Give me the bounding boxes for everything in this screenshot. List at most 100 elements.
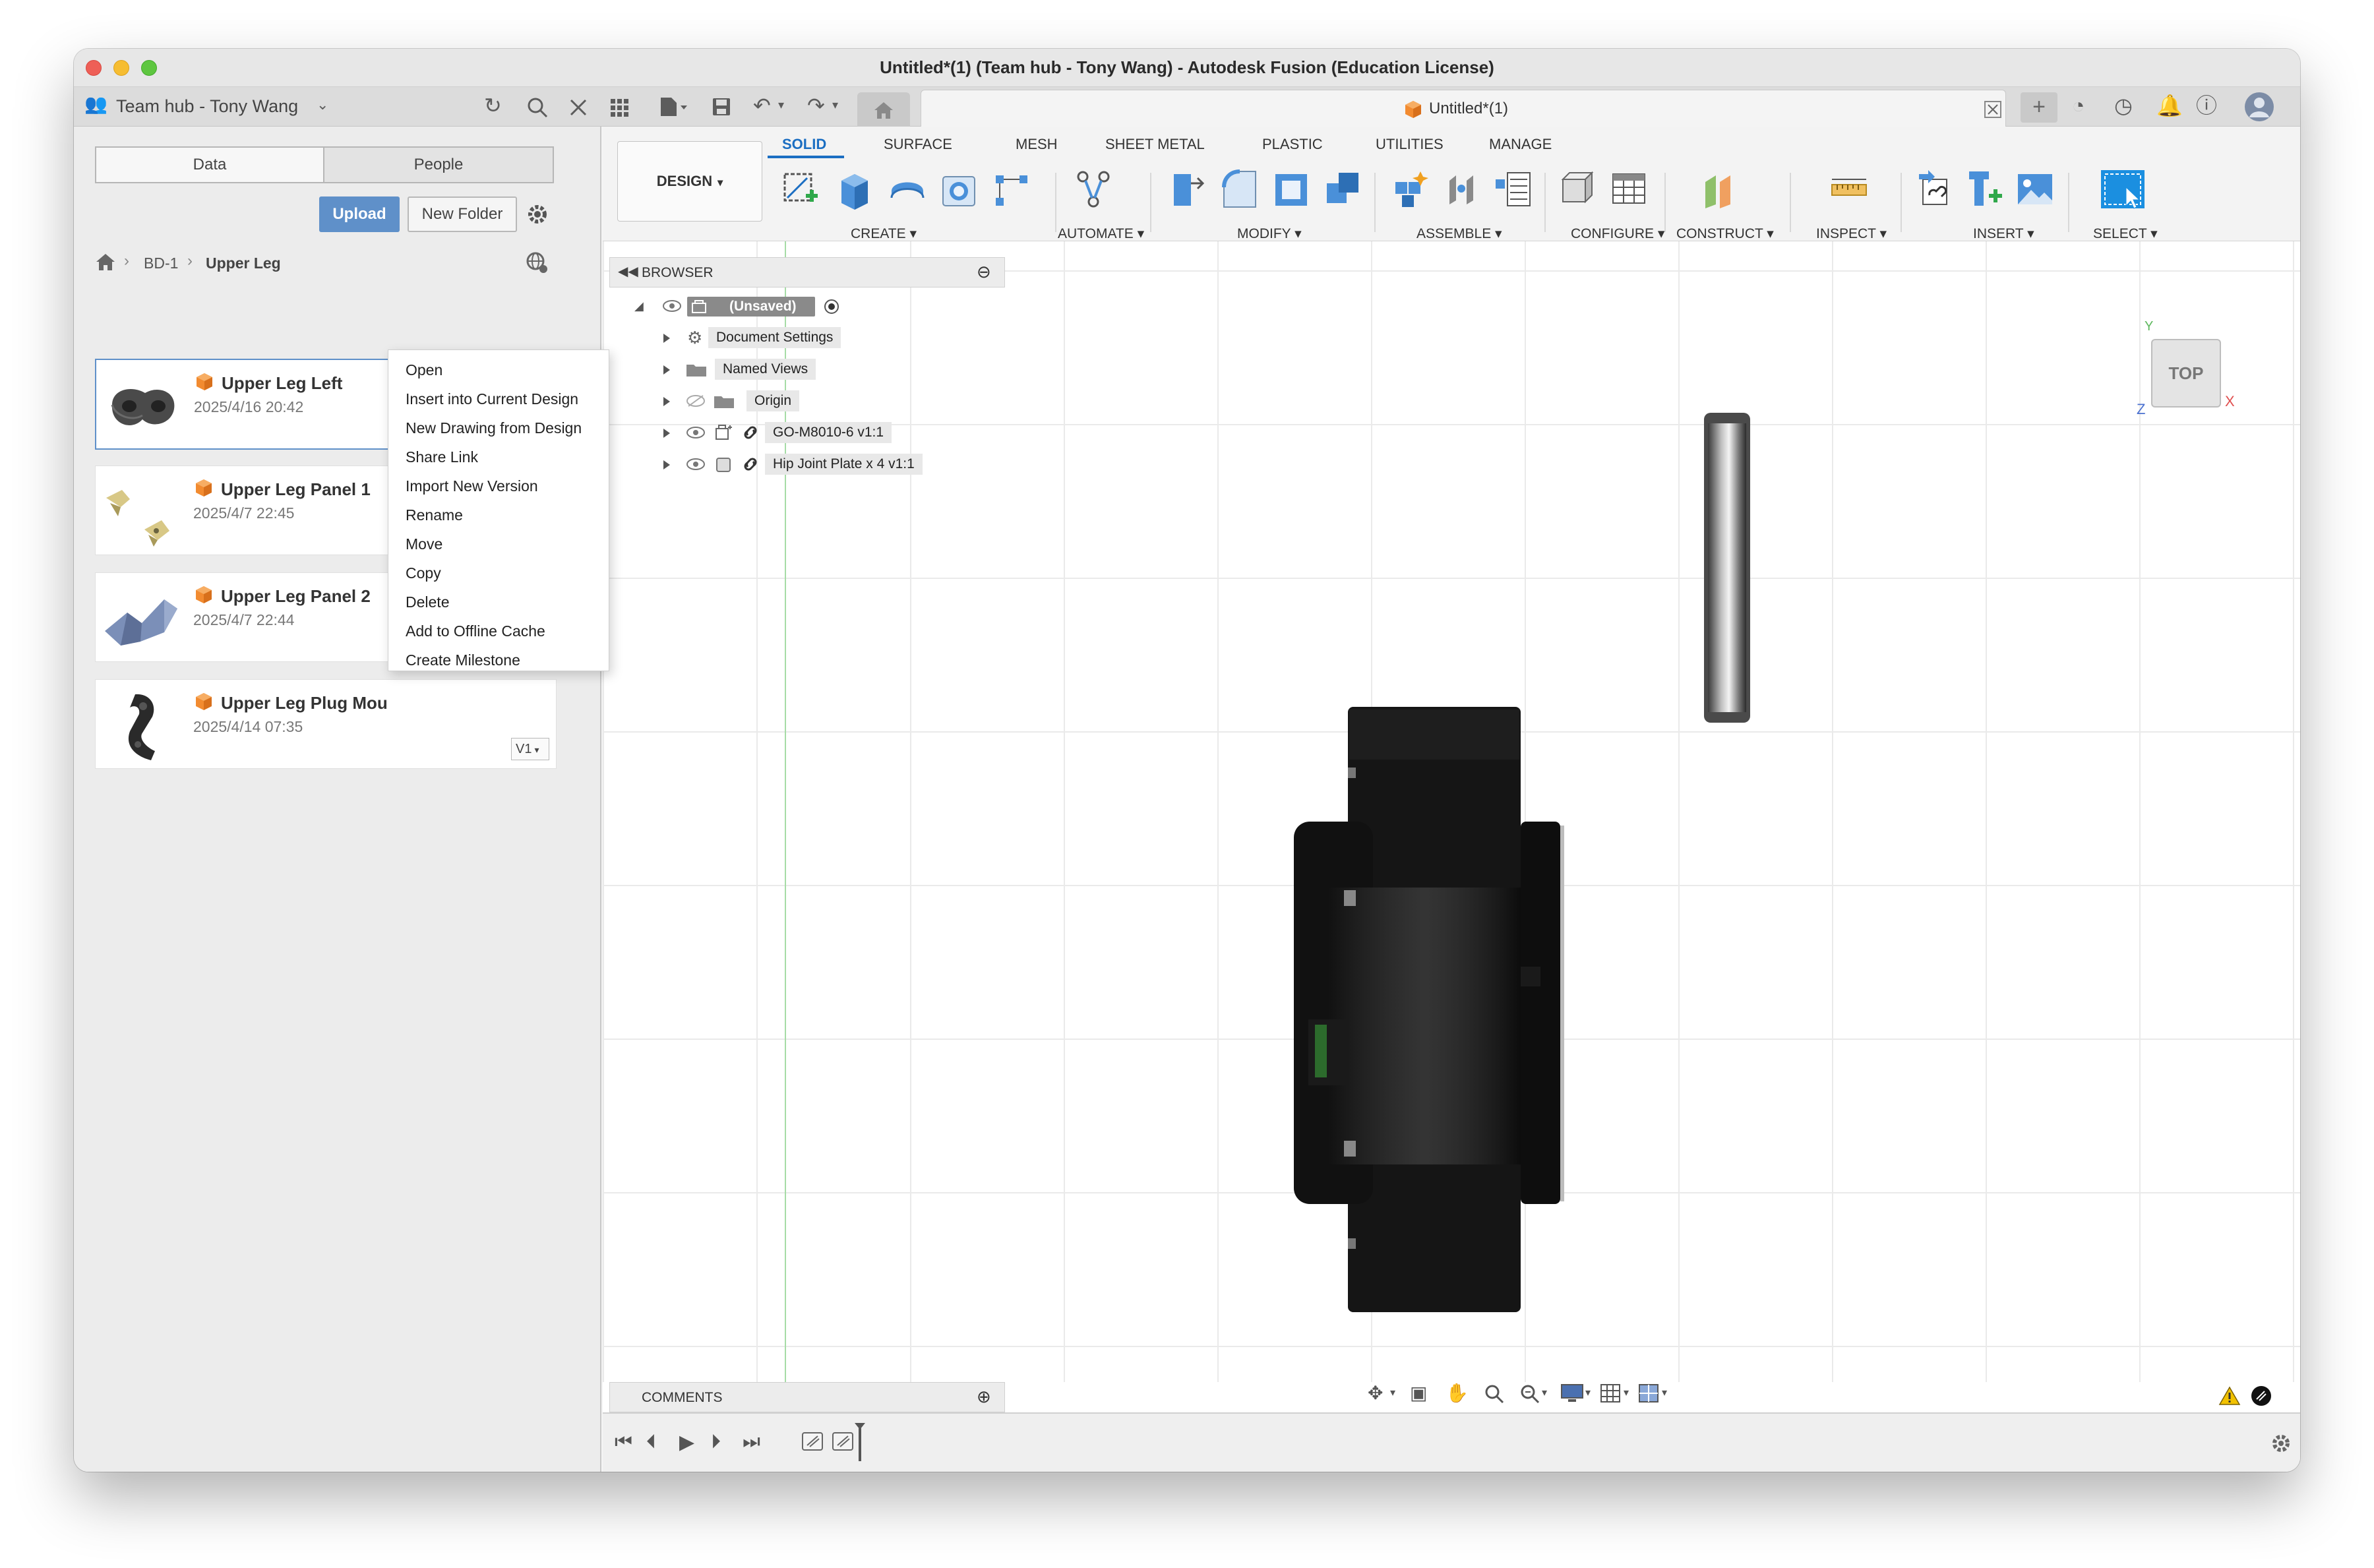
tree-item-origin[interactable]: Origin	[609, 388, 1031, 414]
select-group-label[interactable]: SELECT ▾	[2093, 226, 2158, 242]
menu-item-open[interactable]: Open	[388, 355, 609, 384]
collapse-triangle-icon[interactable]: ◢	[634, 293, 644, 319]
automate-group-label[interactable]: AUTOMATE ▾	[1058, 226, 1144, 242]
undo-dropdown-icon[interactable]: ▾	[778, 99, 784, 111]
gear-icon[interactable]	[525, 202, 550, 227]
comments-panel-header[interactable]: COMMENTS ⊕	[609, 1382, 1005, 1412]
extrude-icon[interactable]	[835, 167, 874, 211]
orbit-icon[interactable]: ✥	[1368, 1382, 1383, 1404]
search-icon[interactable]	[526, 96, 549, 119]
menu-item-create-milestone[interactable]: Create Milestone	[388, 646, 609, 675]
modify-group-label[interactable]: MODIFY ▾	[1237, 226, 1302, 242]
insert-derive-icon[interactable]	[1915, 167, 1955, 211]
file-card-upper-leg-plug-mount[interactable]: Upper Leg Plug Mou 2025/4/14 07:35 V1 ▾	[95, 679, 557, 769]
measure-icon[interactable]	[1829, 167, 1869, 211]
inspect-group-label[interactable]: INSPECT ▾	[1816, 226, 1887, 242]
tab-sheet-metal[interactable]: SHEET METAL	[1105, 136, 1205, 153]
construct-group-label[interactable]: CONSTRUCT ▾	[1676, 226, 1774, 242]
menu-item-delete[interactable]: Delete	[388, 588, 609, 617]
expand-triangle-icon[interactable]	[663, 397, 670, 406]
activate-radio-icon[interactable]	[823, 298, 840, 315]
job-status-icon[interactable]: ◷	[2114, 95, 2133, 116]
grid-settings-icon[interactable]	[1600, 1383, 1621, 1403]
tree-root-unsaved[interactable]: ◢ (Unsaved)	[609, 293, 1031, 319]
step-back-icon[interactable]: ⏴	[646, 1431, 656, 1453]
tab-utilities[interactable]: UTILITIES	[1376, 136, 1444, 153]
undo-icon[interactable]: ↶	[753, 95, 771, 116]
eye-icon[interactable]	[662, 299, 682, 313]
menu-item-import-new-version[interactable]: Import New Version	[388, 471, 609, 500]
browser-panel-header[interactable]: ◀◀ BROWSER ⊖	[609, 257, 1005, 287]
tab-manage[interactable]: MANAGE	[1489, 136, 1552, 153]
bill-of-materials-icon[interactable]	[1493, 167, 1533, 211]
display-settings-icon[interactable]	[1560, 1383, 1584, 1403]
refresh-icon[interactable]: ↻	[484, 95, 502, 116]
chevron-down-icon[interactable]: ⌄	[317, 98, 328, 112]
new-folder-button[interactable]: New Folder	[408, 196, 517, 232]
expand-triangle-icon[interactable]	[663, 460, 670, 469]
eye-icon[interactable]	[686, 426, 706, 439]
tree-item-document-settings[interactable]: ⚙ Document Settings	[609, 324, 1031, 351]
timeline-feature-icon[interactable]	[801, 1430, 824, 1453]
new-component-icon[interactable]	[1391, 167, 1431, 211]
display-dropdown-icon[interactable]: ▾	[1585, 1386, 1591, 1399]
redo-dropdown-icon[interactable]: ▾	[832, 99, 838, 111]
pattern-icon[interactable]	[992, 167, 1031, 211]
hub-name[interactable]: Team hub - Tony Wang	[116, 96, 298, 117]
press-pull-icon[interactable]	[1167, 167, 1207, 211]
automate-icon[interactable]	[1074, 167, 1113, 211]
expand-triangle-icon[interactable]	[663, 365, 670, 375]
tab-surface[interactable]: SURFACE	[884, 136, 952, 153]
help-icon[interactable]: ⓘ	[2196, 95, 2217, 116]
joint-icon[interactable]	[1443, 167, 1482, 211]
assemble-group-label[interactable]: ASSEMBLE ▾	[1416, 226, 1502, 242]
go-to-end-icon[interactable]: ⏭	[743, 1431, 760, 1453]
viewports-icon[interactable]	[1638, 1383, 1659, 1403]
fillet-icon[interactable]	[1220, 167, 1260, 211]
workspace-switcher[interactable]: DESIGN ▾	[617, 141, 762, 222]
insert-group-label[interactable]: INSERT ▾	[1973, 226, 2034, 242]
tree-item-go-m8010-6[interactable]: GO-M8010-6 v1:1	[609, 419, 1031, 446]
insert-canvas-icon[interactable]	[2015, 167, 2055, 211]
timeline-settings-gear-icon[interactable]	[2270, 1432, 2292, 1455]
menu-item-rename[interactable]: Rename	[388, 500, 609, 529]
close-tab-icon[interactable]	[1984, 101, 2001, 118]
create-group-label[interactable]: CREATE ▾	[851, 226, 917, 242]
close-panel-icon[interactable]	[568, 98, 588, 117]
shell-icon[interactable]	[1271, 167, 1311, 211]
tab-mesh[interactable]: MESH	[1016, 136, 1058, 153]
configuration-table-icon[interactable]	[1609, 167, 1649, 211]
home-icon[interactable]	[95, 252, 116, 272]
create-sketch-icon[interactable]	[781, 167, 820, 211]
eye-hidden-icon[interactable]	[686, 394, 706, 407]
pan-icon[interactable]: ✋	[1446, 1382, 1469, 1404]
tab-data[interactable]: Data	[95, 146, 324, 183]
document-tab[interactable]: Untitled*(1)	[921, 90, 2006, 127]
tab-plastic[interactable]: PLASTIC	[1262, 136, 1323, 153]
redo-icon[interactable]: ↷	[807, 95, 825, 116]
insert-component-icon[interactable]	[1965, 167, 2005, 211]
revolve-icon[interactable]	[888, 167, 927, 211]
timeline-feature-icon[interactable]	[831, 1430, 855, 1453]
breadcrumb-item-bd-1[interactable]: BD-1	[144, 255, 178, 272]
version-dropdown[interactable]: V1 ▾	[511, 738, 549, 760]
extensions-icon[interactable]: ◔	[2072, 95, 2085, 116]
timeline-marker-icon[interactable]	[853, 1422, 867, 1462]
menu-item-move[interactable]: Move	[388, 529, 609, 558]
menu-item-new-drawing-from-design[interactable]: New Drawing from Design	[388, 413, 609, 442]
globe-icon[interactable]	[525, 251, 549, 274]
step-forward-icon[interactable]: ⏵	[711, 1431, 721, 1453]
play-icon[interactable]: ▶	[679, 1431, 694, 1454]
tab-solid[interactable]: SOLID	[782, 136, 826, 153]
orbit-dropdown-icon[interactable]: ▾	[1390, 1386, 1395, 1399]
status-icon[interactable]	[2250, 1385, 2272, 1407]
combine-icon[interactable]	[1323, 167, 1362, 211]
upload-button[interactable]: Upload	[319, 196, 400, 232]
comments-options-icon[interactable]: ⊕	[977, 1387, 991, 1407]
menu-item-share-link[interactable]: Share Link	[388, 442, 609, 471]
select-icon[interactable]	[2098, 167, 2148, 211]
menu-item-insert-into-current-design[interactable]: Insert into Current Design	[388, 384, 609, 413]
save-icon[interactable]	[711, 96, 732, 117]
viewcube[interactable]: TOP	[2151, 339, 2221, 407]
warning-icon[interactable]	[2218, 1386, 2241, 1406]
